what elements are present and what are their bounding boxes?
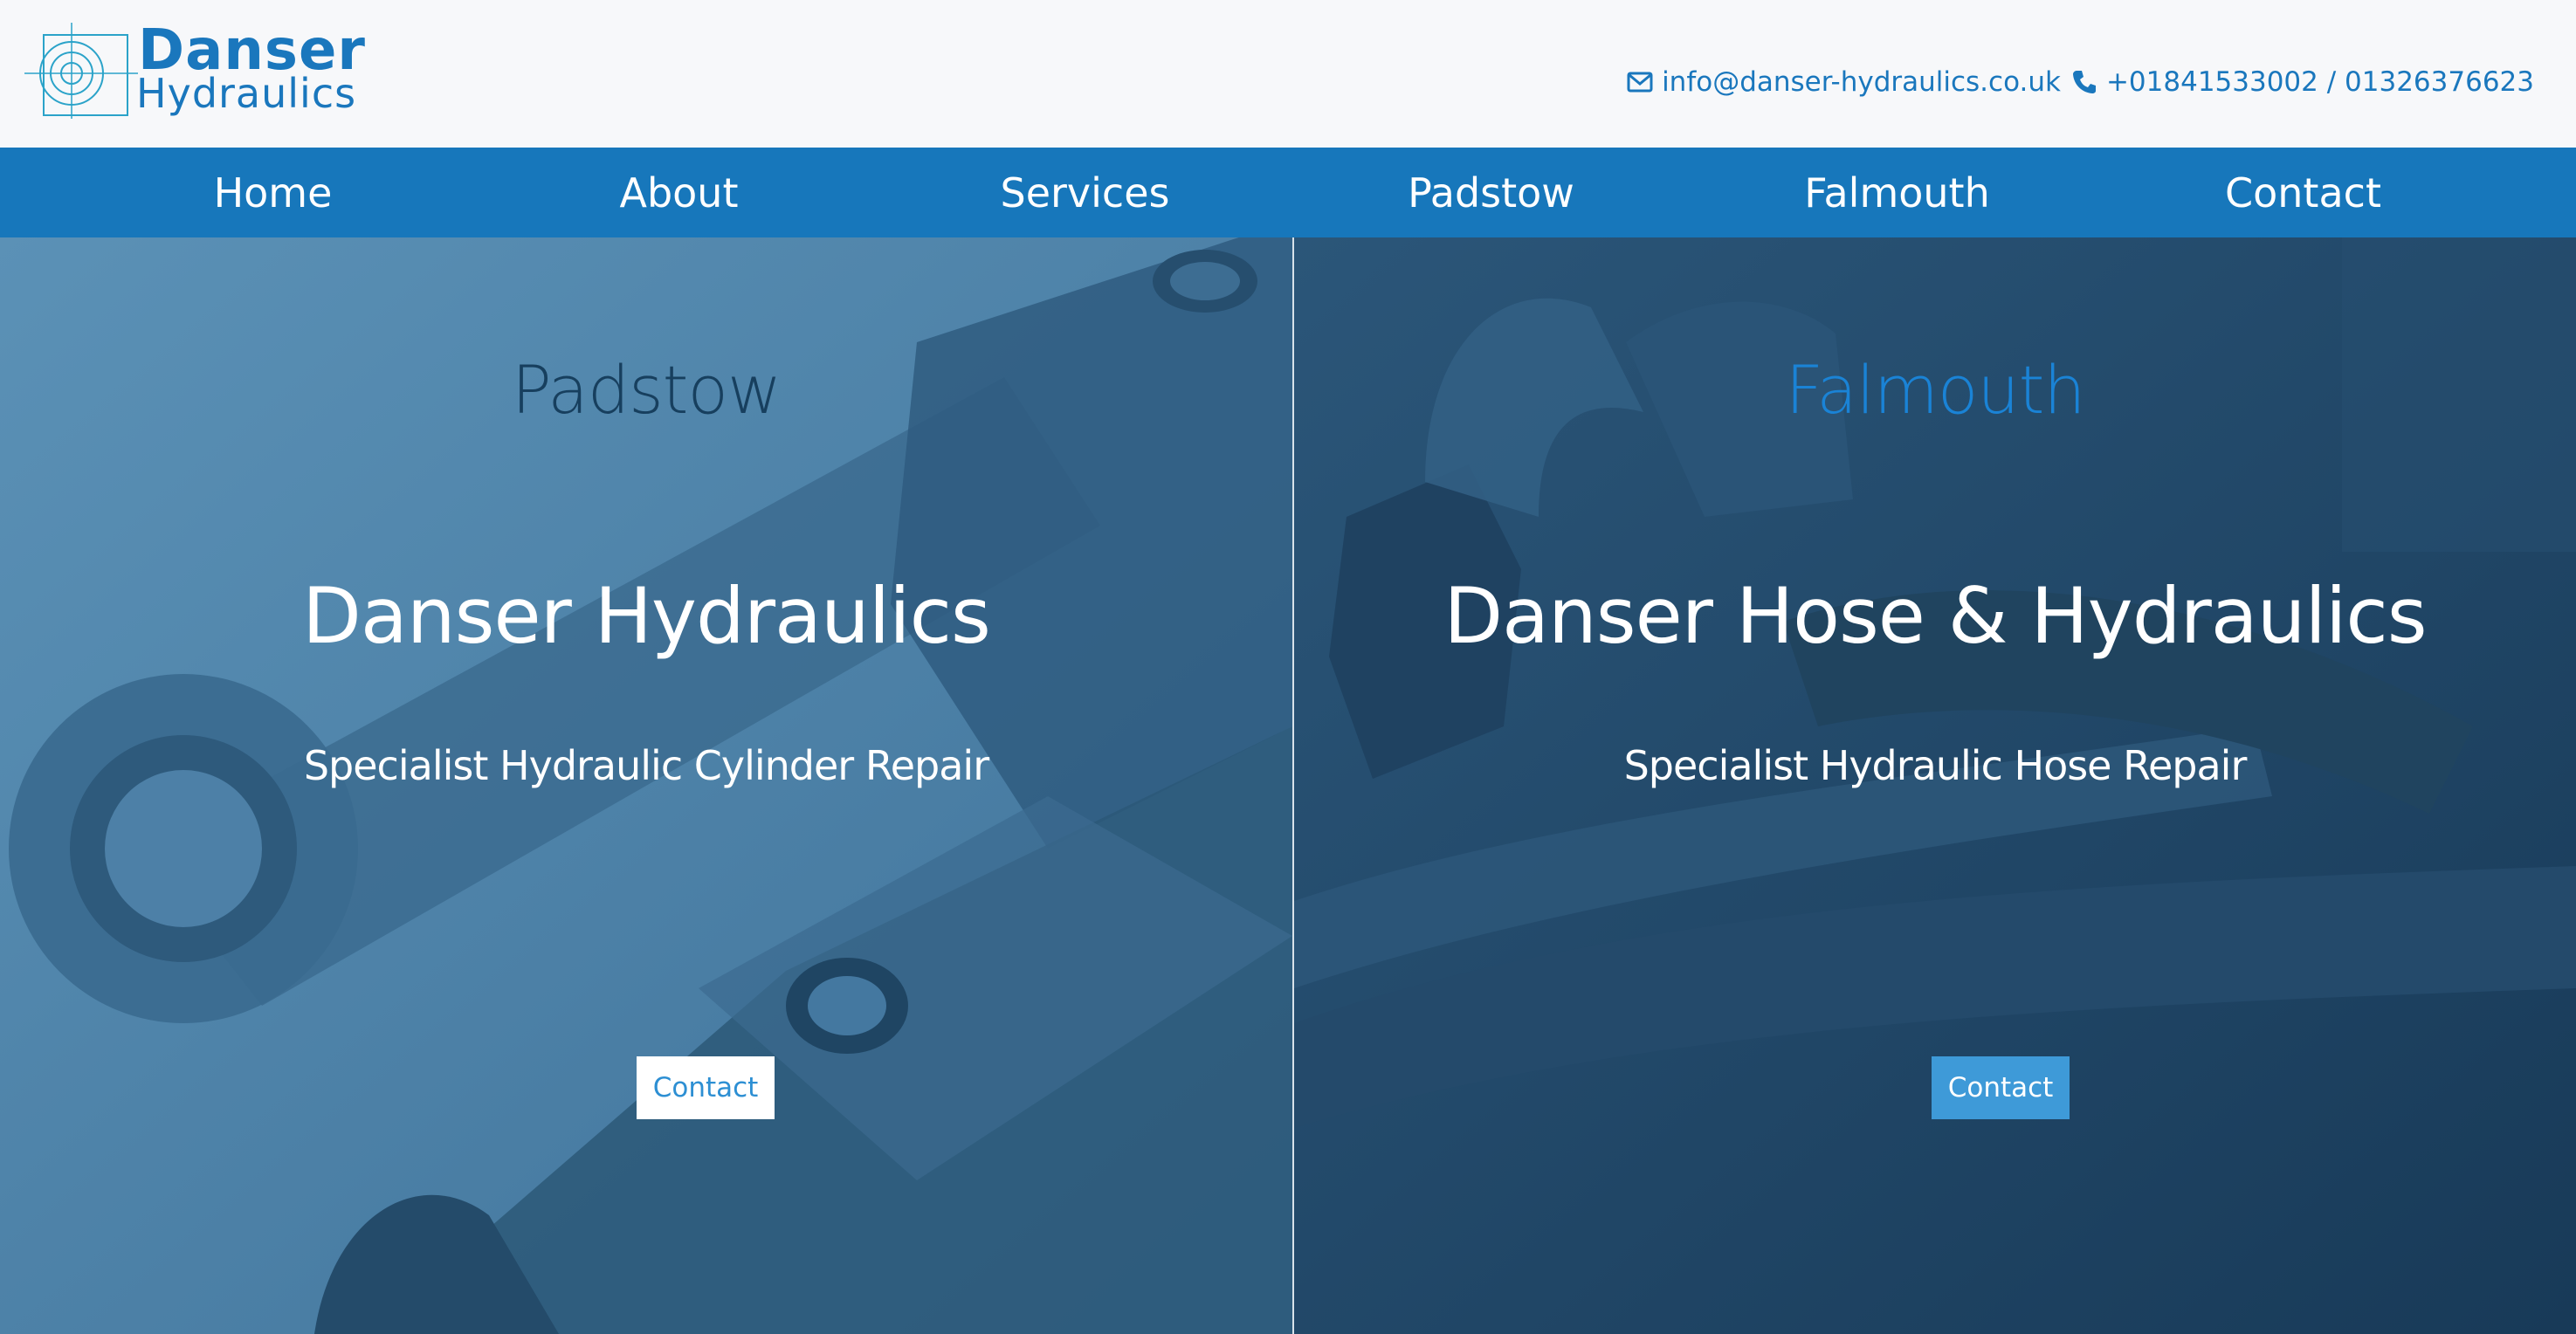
site-header: Danser Hydraulics info@danser-hydraulics… [0, 0, 2576, 148]
header-contact-info: info@danser-hydraulics.co.uk +0184153300… [1627, 66, 2534, 98]
padstow-company-title: Danser Hydraulics [302, 571, 991, 661]
logo-target-icon [24, 23, 138, 119]
padstow-tagline: Specialist Hydraulic Cylinder Repair [303, 742, 989, 789]
phone-icon [2071, 69, 2097, 95]
padstow-location-heading: Padstow [511, 351, 782, 429]
nav-item-about[interactable]: About [476, 148, 882, 237]
danser-hydraulics-logo[interactable]: Danser Hydraulics [24, 23, 400, 119]
email-link[interactable]: info@danser-hydraulics.co.uk [1662, 66, 2061, 98]
falmouth-tagline: Specialist Hydraulic Hose Repair [1623, 742, 2248, 789]
falmouth-contact-button[interactable]: Contact [1932, 1056, 2070, 1119]
nav-item-padstow[interactable]: Padstow [1288, 148, 1694, 237]
padstow-contact-button[interactable]: Contact [637, 1056, 775, 1119]
phone-link[interactable]: +01841533002 / 01326376623 [2106, 66, 2534, 98]
location-panels: Padstow Danser Hydraulics Specialist Hyd… [0, 237, 2576, 1334]
main-navigation: Home About Services Padstow Falmouth Con… [0, 148, 2576, 237]
falmouth-location-heading: Falmouth [1785, 351, 2085, 429]
falmouth-panel: Falmouth Danser Hose & Hydraulics Specia… [1294, 237, 2576, 1334]
nav-item-contact[interactable]: Contact [2100, 148, 2506, 237]
padstow-panel: Padstow Danser Hydraulics Specialist Hyd… [0, 237, 1292, 1334]
falmouth-company-title: Danser Hose & Hydraulics [1443, 571, 2427, 661]
envelope-icon [1627, 72, 1653, 93]
nav-item-home[interactable]: Home [70, 148, 476, 237]
nav-item-services[interactable]: Services [882, 148, 1288, 237]
logo-text-hydraulics: Hydraulics [136, 70, 357, 117]
nav-item-falmouth[interactable]: Falmouth [1694, 148, 2100, 237]
